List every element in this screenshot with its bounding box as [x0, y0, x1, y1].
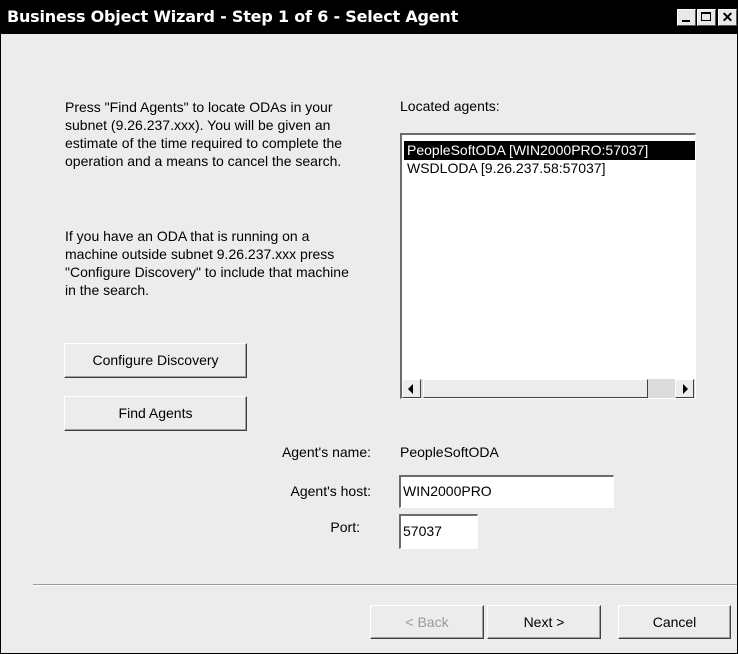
arrow-right-icon: [683, 384, 688, 394]
find-agents-description: Press "Find Agents" to locate ODAs in yo…: [65, 99, 343, 169]
agent-host-input[interactable]: WIN2000PRO: [399, 475, 614, 508]
scroll-right-button[interactable]: [675, 379, 694, 398]
find-agents-button[interactable]: Find Agents: [64, 396, 247, 431]
maximize-icon: [701, 12, 711, 21]
agent-name-label: Agent's name:: [281, 444, 371, 460]
port-label: Port:: [330, 519, 360, 535]
maximize-button[interactable]: [697, 9, 716, 26]
wizard-window: Business Object Wizard - Step 1 of 6 - S…: [0, 0, 738, 654]
close-button[interactable]: ✕: [718, 9, 737, 26]
located-agents-list[interactable]: PeopleSoftODA [WIN2000PRO:57037] WSDLODA…: [400, 133, 696, 399]
located-agents-label: Located agents:: [400, 98, 500, 114]
agent-host-label: Agent's host:: [290, 483, 372, 499]
close-icon: ✕: [721, 9, 734, 25]
agent-name-value: PeopleSoftODA: [400, 444, 499, 460]
configure-discovery-button[interactable]: Configure Discovery: [64, 343, 247, 378]
minimize-icon: [682, 20, 690, 22]
separator-highlight: [33, 585, 737, 586]
back-button[interactable]: < Back: [370, 605, 484, 639]
arrow-left-icon: [408, 384, 413, 394]
port-input[interactable]: 57037: [399, 514, 478, 549]
scroll-left-button[interactable]: [402, 379, 421, 398]
cancel-button[interactable]: Cancel: [618, 605, 731, 639]
window-title: Business Object Wizard - Step 1 of 6 - S…: [7, 7, 459, 26]
minimize-button[interactable]: [677, 9, 696, 26]
scrollbar-thumb[interactable]: [423, 379, 648, 398]
configure-discovery-description: If you have an ODA that is running on a …: [65, 228, 349, 298]
list-item[interactable]: WSDLODA [9.26.237.58:57037]: [404, 159, 605, 178]
horizontal-scrollbar[interactable]: [402, 379, 695, 398]
list-item-selected[interactable]: PeopleSoftODA [WIN2000PRO:57037]: [404, 141, 695, 160]
next-button[interactable]: Next >: [487, 605, 601, 639]
title-bar[interactable]: Business Object Wizard - Step 1 of 6 - S…: [1, 1, 737, 34]
